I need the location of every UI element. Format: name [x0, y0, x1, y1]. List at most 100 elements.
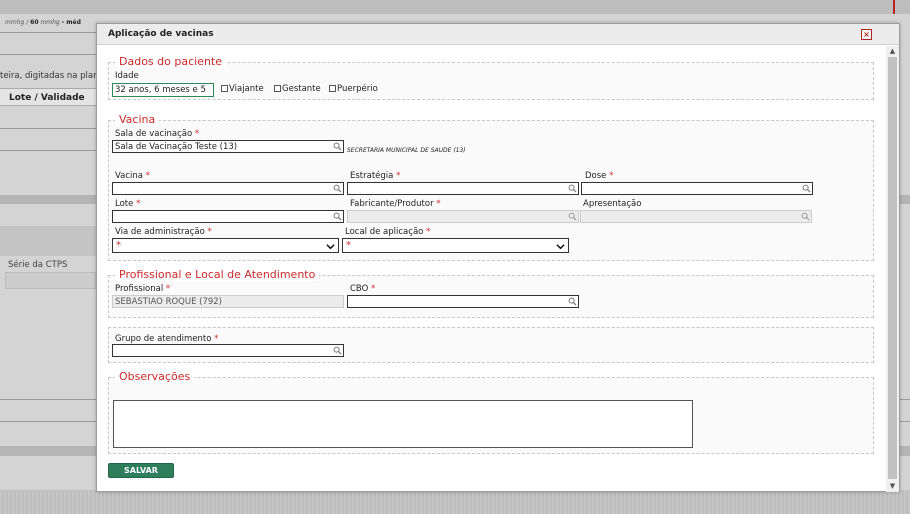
profissional-label: Profissional * [115, 284, 170, 294]
search-icon[interactable] [568, 297, 577, 306]
via-select[interactable]: * [112, 238, 339, 253]
profissional-field: SEBASTIAO ROQUE (792) [112, 295, 344, 308]
checkbox-label: Puerpério [337, 84, 378, 94]
background-serie-label: Série da CTPS [8, 260, 68, 270]
required-mark: * [145, 171, 150, 181]
observations-textarea[interactable] [113, 400, 693, 448]
dose-field[interactable] [581, 182, 813, 195]
label-text: Dose [585, 171, 607, 181]
group-section: Grupo de atendimento * [108, 327, 874, 363]
professional-legend: Profissional e Local de Atendimento [115, 268, 320, 281]
grupo-label: Grupo de atendimento * [115, 334, 218, 344]
dialog-title: Aplicação de vacinas [108, 29, 214, 39]
label-text: Lote [115, 199, 134, 209]
required-mark: * [346, 240, 351, 251]
search-icon[interactable] [333, 212, 342, 221]
idade-field[interactable]: 32 anos, 6 meses e 5 [112, 83, 214, 97]
required-mark: * [436, 199, 441, 209]
mmhg-value: 60 [30, 19, 39, 26]
idade-label: Idade [115, 71, 139, 81]
estrategia-label: Estratégia * [350, 171, 400, 181]
search-icon [801, 212, 810, 221]
scroll-thumb[interactable] [888, 57, 897, 479]
apresentacao-field [580, 210, 812, 223]
vaccine-section: Vacina Sala de vacinação * Sala de Vacin… [108, 113, 874, 261]
label-text: Via de administração [115, 227, 205, 237]
checkbox-box [329, 85, 336, 92]
required-mark: * [426, 227, 431, 237]
save-button[interactable]: SALVAR [108, 463, 174, 478]
vaccine-dialog: Aplicação de vacinas × Dados do paciente… [96, 23, 900, 492]
label-text: Grupo de atendimento [115, 334, 212, 344]
via-label: Via de administração * [115, 227, 212, 237]
label-text: Fabricante/Produtor [350, 199, 434, 209]
close-icon: × [863, 30, 870, 39]
dialog-scrollbar[interactable]: ▲ ▼ [886, 46, 899, 492]
label-text: Local de aplicação [345, 227, 424, 237]
label-text: Vacina [115, 171, 143, 181]
search-icon [568, 212, 577, 221]
observations-section: Observações [108, 370, 874, 454]
background-plan-text: teira, digitadas na plan [0, 71, 99, 81]
vacina-field[interactable] [112, 182, 344, 195]
checkbox-box [221, 85, 228, 92]
checkbox-box [274, 85, 281, 92]
puerperio-checkbox[interactable]: Puerpério [329, 84, 378, 94]
chevron-down-icon [326, 244, 335, 250]
local-label: Local de aplicação * [345, 227, 430, 237]
fabricante-label: Fabricante/Produtor * [350, 199, 441, 209]
checkbox-label: Gestante [282, 84, 321, 94]
background-line [0, 150, 96, 151]
background-band [0, 226, 96, 256]
patient-legend: Dados do paciente [115, 55, 227, 68]
sala-note: SECRETARIA MUNICIPAL DE SAUDE (13) [347, 147, 466, 154]
required-mark: * [116, 240, 121, 251]
search-icon[interactable] [333, 184, 342, 193]
cbo-field[interactable] [347, 295, 579, 308]
search-icon[interactable] [802, 184, 811, 193]
sala-label: Sala de vacinação * [115, 129, 199, 139]
search-icon[interactable] [333, 346, 342, 355]
mmhg-unit-2: mmhg [40, 19, 60, 26]
estrategia-field[interactable] [347, 182, 579, 195]
label-text: CBO [350, 284, 369, 294]
background-line [0, 421, 96, 422]
required-mark: * [136, 199, 141, 209]
label-text: Estratégia [350, 171, 394, 181]
vacina-label: Vacina * [115, 171, 150, 181]
gestante-checkbox[interactable]: Gestante [274, 84, 321, 94]
required-mark: * [396, 171, 401, 181]
sala-value: Sala de Vacinação Teste (13) [115, 142, 238, 152]
fabricante-field [347, 210, 579, 223]
mmhg-suffix: - méd [61, 19, 81, 26]
required-mark: * [165, 284, 171, 294]
required-mark: * [371, 284, 376, 294]
search-icon[interactable] [568, 184, 577, 193]
viajante-checkbox[interactable]: Viajante [221, 84, 264, 94]
background-line [0, 32, 96, 33]
required-mark: * [207, 227, 212, 237]
lote-label: Lote * [115, 199, 140, 209]
close-button[interactable]: × [861, 29, 872, 40]
grupo-field[interactable] [112, 344, 344, 357]
background-lote-header: Lote / Validade [0, 88, 96, 106]
required-mark: * [609, 171, 614, 181]
background-band [0, 446, 96, 456]
background-line [0, 128, 96, 129]
checkbox-label: Viajante [229, 84, 264, 94]
mmhg-unit: mmhg [5, 19, 25, 26]
background-red-marker [893, 0, 895, 14]
vaccine-legend: Vacina [115, 113, 160, 126]
lote-field[interactable] [112, 210, 344, 223]
scroll-up-icon[interactable]: ▲ [888, 47, 897, 56]
background-topbar [0, 0, 910, 14]
local-select[interactable]: * [342, 238, 569, 253]
scroll-down-icon[interactable]: ▼ [888, 482, 897, 491]
patient-section: Dados do paciente Idade 32 anos, 6 meses… [108, 55, 874, 100]
search-icon[interactable] [333, 142, 342, 151]
apresentacao-label: Apresentação [583, 199, 642, 209]
background-serie-input [5, 272, 96, 289]
professional-section: Profissional e Local de Atendimento Prof… [108, 268, 874, 318]
sala-field[interactable]: Sala de Vacinação Teste (13) [112, 140, 344, 153]
chevron-down-icon [556, 244, 565, 250]
